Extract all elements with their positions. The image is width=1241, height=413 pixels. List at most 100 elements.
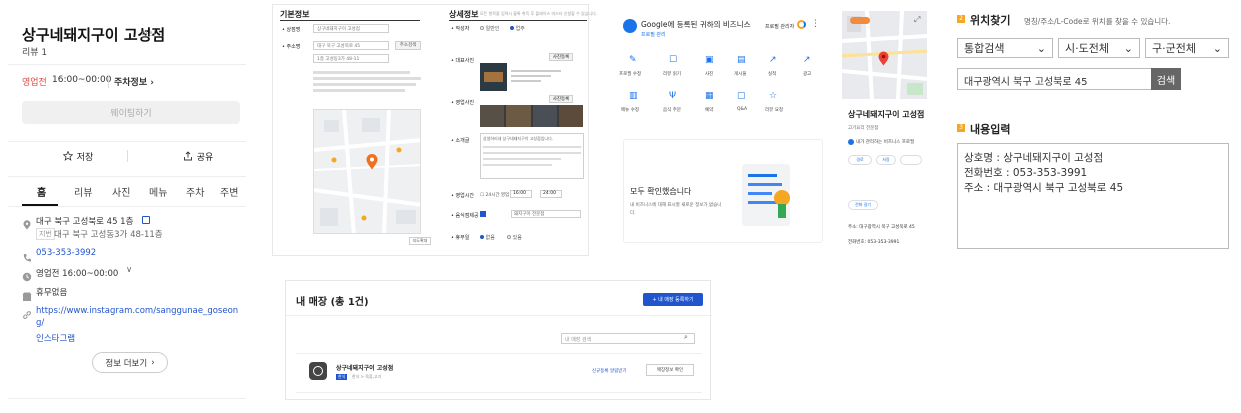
tab-nearby[interactable]: 주변 [220, 184, 238, 199]
qa-icon[interactable]: ▢ [737, 91, 746, 101]
action-booking[interactable]: 예약 [705, 107, 713, 113]
phone-link[interactable]: 053-353-3992 [36, 248, 96, 258]
hours-to-input[interactable]: 24:00 [540, 190, 562, 198]
maps-more-button[interactable] [900, 155, 922, 165]
tab-menu[interactable]: 메뉴 [149, 184, 167, 199]
gugun-select[interactable]: 구·군전체 ⌄ [1145, 38, 1229, 58]
insights-icon[interactable]: ↗ [769, 55, 777, 65]
main-photo-thumb[interactable] [480, 63, 507, 91]
all-done-text: 내 비즈니스에 대해 표시할 새로운 정보가 없습니다. [630, 203, 722, 216]
instagram-label[interactable]: 인스타그램 [36, 332, 75, 344]
tab-parking[interactable]: 주차 [186, 184, 204, 199]
request-review-icon[interactable]: ☆ [769, 91, 777, 101]
hours-row[interactable]: 영업전 16:00~00:00 [36, 267, 118, 279]
24h-checkbox[interactable]: ☐ 24시간 영업 [480, 192, 509, 198]
verified-icon [848, 139, 854, 145]
photo-upload-button-2[interactable]: 사진등록 [549, 95, 573, 103]
biz-sub[interactable]: 프로필 관리 [641, 31, 666, 38]
hours-label: • 영업시간 [451, 193, 474, 199]
menu-icon[interactable]: ▥ [629, 91, 638, 101]
holiday-radio-yes[interactable]: 있음 [507, 234, 522, 241]
action-posts[interactable]: 게시물 [734, 71, 746, 77]
holiday-radio-none[interactable]: 없음 [480, 234, 495, 241]
store-search-input[interactable]: 내 매장 검색 [561, 333, 695, 344]
maps-claim[interactable]: 내가 관리하는 비즈니스 프로필 [856, 139, 914, 145]
share-button[interactable]: 공유 [158, 148, 238, 164]
photo-upload-button[interactable]: 사진등록 [549, 53, 573, 61]
maps-chip[interactable] [850, 17, 870, 24]
maps-phone: 전화번호: 053-353-3991 [848, 240, 900, 245]
chevron-down-icon[interactable]: ∨ [126, 265, 132, 275]
writer-radio-general[interactable]: 일반인 [480, 25, 499, 32]
save-button[interactable]: 저장 [38, 148, 118, 164]
more-vert-icon[interactable]: ⋮ [811, 19, 820, 29]
parking-link[interactable]: 주차정보 › [108, 75, 154, 88]
tab-review[interactable]: 리뷰 [74, 184, 92, 199]
notify-link[interactable]: 신규등록 알림받기 [592, 368, 627, 374]
action-read-reviews[interactable]: 리뷰 읽기 [663, 71, 681, 77]
progress-ring-icon [797, 20, 806, 29]
profile-manager[interactable]: 프로필 관리자 [765, 23, 794, 30]
maps-call-button[interactable]: 전화 걸기 [848, 200, 878, 210]
place-category: 한식 [141, 30, 156, 39]
edit-icon[interactable]: ✎ [629, 55, 637, 65]
intro-textarea[interactable]: 상생하리새 상구네돼지구이 고성점입니다. [480, 133, 584, 179]
action-edit-menu[interactable]: 메뉴 수정 [621, 107, 639, 113]
map-area[interactable] [313, 109, 421, 234]
action-qa[interactable]: Q&A [737, 107, 747, 112]
business-photo-strip[interactable] [480, 105, 583, 127]
maps-category: 고기요리 전문점 [848, 126, 879, 131]
address-search-button[interactable]: 주소검색 [395, 41, 421, 50]
content-textarea[interactable]: 상호명 : 상구네돼지구이 고성점 전화번호 : 053-353-3991 주소… [957, 143, 1229, 249]
more-info-button[interactable]: 정보 더보기 › [92, 352, 168, 373]
food-input[interactable]: 돼지구이 전문점 [511, 210, 581, 218]
store-name[interactable]: 상구네돼지구이 고성점 [336, 363, 393, 372]
location-query-input[interactable]: 대구광역시 북구 고성북로 45 [957, 68, 1153, 90]
photo-icon[interactable]: ▣ [705, 55, 714, 65]
review-icon[interactable]: ☐ [669, 55, 677, 65]
address-detail-input[interactable]: 1층 고성동3가 48-11 [313, 54, 389, 63]
store-badge: 한식 [336, 374, 348, 380]
food-order-icon[interactable]: Ψ [669, 91, 676, 101]
search-type-select[interactable]: 통합검색 ⌄ [957, 38, 1053, 58]
copy-icon[interactable] [142, 216, 150, 224]
avatar[interactable] [623, 19, 637, 33]
all-done-card: 모두 확인했습니다 내 비즈니스에 대해 표시할 새로운 정보가 없습니다. [623, 139, 823, 243]
add-store-button[interactable]: + 내 매장 등록하기 [643, 293, 703, 306]
action-order[interactable]: 음식 주문 [663, 107, 681, 113]
link-icon [22, 305, 32, 319]
hours-from-input[interactable]: 16:00 [510, 190, 532, 198]
registration-form-panel: 기본정보 • 상점명 상구네돼지구이 고성점 • 주소명 대구 북구 고성북로 … [272, 4, 597, 256]
review-count[interactable]: 리뷰 1 [22, 45, 47, 58]
post-icon[interactable]: ▤ [737, 55, 746, 65]
maps-save-button[interactable]: 저장 [876, 155, 896, 165]
store-row[interactable]: 상구네돼지구이 고성점 한식 한식 > 육류,고기 신규등록 알림받기 매장정보… [296, 353, 702, 393]
holiday-text: 휴무없음 [36, 288, 68, 298]
tab-home[interactable]: 홈 [37, 184, 46, 199]
expand-icon[interactable]: ⤢ [914, 15, 920, 25]
ads-icon[interactable]: ↗ [803, 55, 811, 65]
location-search-button[interactable]: 검색 [1151, 68, 1181, 90]
action-ads[interactable]: 광고 [803, 71, 811, 77]
action-request-review[interactable]: 리뷰 요청 [765, 107, 783, 113]
action-edit-profile[interactable]: 프로필 수정 [619, 71, 641, 77]
store-name-input[interactable]: 상구네돼지구이 고성점 [313, 24, 389, 33]
address-input[interactable]: 대구 북구 고성북로 45 [313, 41, 389, 50]
save-label: 저장 [76, 152, 94, 163]
phone-icon [22, 248, 32, 262]
instagram-link[interactable]: https://www.instagram.com/sanggunae_gose… [36, 305, 242, 329]
store-info-button[interactable]: 매장정보 확인 [646, 364, 694, 376]
sido-select[interactable]: 시·도전체 ⌄ [1058, 38, 1140, 58]
action-photos[interactable]: 사진 [705, 71, 713, 77]
waiting-button[interactable]: 웨이팅하기 [22, 101, 240, 124]
tab-photo[interactable]: 사진 [112, 184, 130, 199]
reservation-icon[interactable]: ▦ [705, 91, 714, 101]
search-icon[interactable]: ⌕ [684, 333, 688, 342]
writer-radio-owner[interactable]: 업주 [510, 25, 525, 32]
action-performance[interactable]: 실적 [768, 71, 776, 77]
maps-thumbnail[interactable]: ⤢ [842, 11, 927, 99]
maps-address: 주소: 대구광역시 북구 고성북로 45 [848, 225, 915, 230]
maps-route-button[interactable]: 경로 [848, 155, 872, 165]
food-checkbox[interactable] [480, 211, 486, 217]
map-zoom-button[interactable]: 지도확대 [409, 237, 431, 245]
